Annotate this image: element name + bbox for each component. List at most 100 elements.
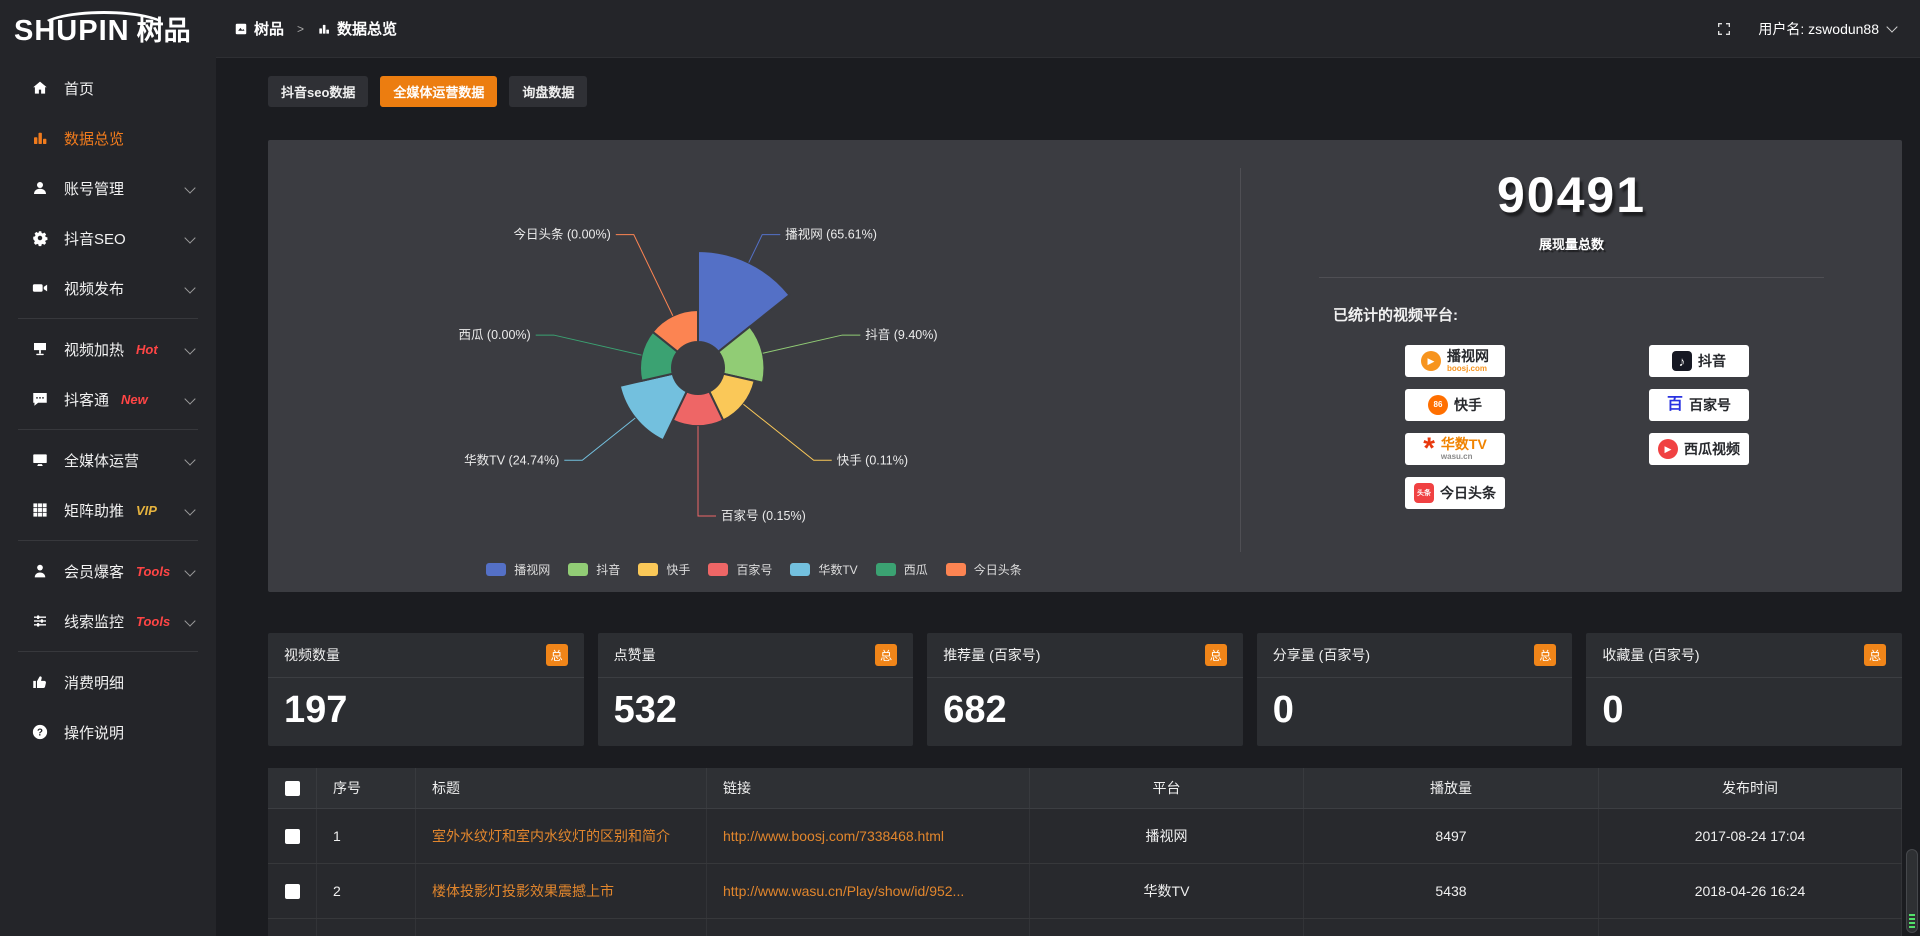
chevron-down-icon [184,282,195,293]
stat-card-title: 收藏量 (百家号) [1602,645,1699,665]
row-link[interactable]: http://www.wasu.cn/Play/show/id/952... [707,864,1030,918]
row-title[interactable]: 室外水纹灯和室内水纹灯的区别和简介 [416,809,707,863]
legend-label: 华数TV [818,561,857,578]
chevron-down-icon [184,615,195,626]
scrollbar-marker [1909,926,1915,928]
sidebar-item-expense-detail[interactable]: 消费明细 [0,657,216,707]
tab-douyin-seo-data[interactable]: 抖音seo数据 [268,76,368,107]
platform-badge-text: 抖音 [1698,354,1726,369]
sidebar-item-data-overview[interactable]: 数据总览 [0,113,216,163]
monitor-icon [30,450,50,470]
stat-card-value: 532 [598,678,914,743]
sidebar-item-label: 消费明细 [64,672,124,693]
legend-item[interactable]: 播视网 [486,561,550,578]
tab-bar: 抖音seo数据全媒体运营数据询盘数据 [268,76,1902,107]
pie-label-line [564,418,635,460]
row-checkbox[interactable] [285,829,300,844]
app-logo[interactable]: SHUPIN 树品 [0,9,216,48]
row-title[interactable]: 楼体投影灯投影效果震撼上市 [416,864,707,918]
row-platform: 华数TV [1030,864,1304,918]
sidebar-item-video-heat[interactable]: 视频加热Hot [0,324,216,374]
pie-label: 百家号 (0.15%) [721,508,806,523]
table-cell-empty [1030,919,1304,936]
total-impressions-label: 展现量总数 [1241,234,1902,253]
sidebar-item-label: 抖客通 [64,389,109,410]
sidebar-item-douketong[interactable]: 抖客通 New [0,374,216,424]
breadcrumb-separator: > [297,22,304,36]
sidebar-item-badge: Tools [136,614,170,629]
legend-swatch [486,563,506,576]
breadcrumb-home[interactable]: 树品 [254,18,284,39]
sidebar-item-label: 矩阵助推 [64,500,124,521]
platform-badge-kuaishou: 86快手 [1405,389,1505,421]
table-cell-empty [707,919,1030,936]
platform-subtitle: wasu.cn [1441,452,1473,462]
sidebar-item-home[interactable]: 首页 [0,63,216,113]
grid-icon [30,500,50,520]
legend-item[interactable]: 百家号 [708,561,772,578]
table-header-cell: 发布时间 [1599,768,1902,808]
select-all-checkbox[interactable] [285,781,300,796]
total-badge[interactable]: 总 [546,644,568,666]
sidebar-divider [18,651,198,652]
total-impressions-value: 90491 [1241,166,1902,224]
tab-media-operation-data[interactable]: 全媒体运营数据 [380,76,497,107]
sidebar-item-label: 首页 [64,78,94,99]
sidebar-item-media-operation[interactable]: 全媒体运营 [0,435,216,485]
stat-card-title: 推荐量 (百家号) [943,645,1040,665]
platform-badge-text: 今日头条 [1440,486,1496,501]
total-badge[interactable]: 总 [1534,644,1556,666]
pie-label-line [763,335,861,353]
sidebar-item-member-leads[interactable]: 会员爆客Tools [0,546,216,596]
total-badge[interactable]: 总 [875,644,897,666]
chevron-down-icon [184,504,195,515]
pie-label: 抖音 (9.40%) [865,327,937,342]
stat-card-title: 点赞量 [614,645,656,665]
sidebar-item-badge: New [121,392,148,407]
row-time: 2017-08-24 17:04 [1599,809,1902,863]
sidebar-item-account-manage[interactable]: 账号管理 [0,163,216,213]
stat-card-value: 0 [1586,678,1902,743]
legend-item[interactable]: 西瓜 [876,561,928,578]
legend-item[interactable]: 抖音 [568,561,620,578]
xigua-logo-icon: ▶ [1658,439,1678,459]
sidebar-item-douyin-seo[interactable]: 抖音SEO [0,213,216,263]
stat-card-value: 0 [1257,678,1573,743]
row-time: 2018-04-26 16:24 [1599,864,1902,918]
platform-name: 百家号 [1689,398,1731,413]
platform-name: 西瓜视频 [1684,442,1740,457]
row-checkbox[interactable] [285,884,300,899]
row-link[interactable]: http://www.boosj.com/7338468.html [707,809,1030,863]
sidebar-item-clue-monitor[interactable]: 线索监控Tools [0,596,216,646]
gear-icon [30,228,50,248]
sidebar-item-label: 视频加热 [64,339,124,360]
platform-badge-text: 快手 [1454,398,1482,413]
stat-card-like-count: 点赞量 总 532 [598,633,914,746]
overview-panel: 播视网 (65.61%)抖音 (9.40%)快手 (0.11%)百家号 (0.1… [268,140,1902,592]
username-label[interactable]: 用户名: zswodun88 [1758,19,1879,39]
total-badge[interactable]: 总 [1205,644,1227,666]
sidebar-item-matrix-boost[interactable]: 矩阵助推VIP [0,485,216,535]
breadcrumb-current: 数据总览 [337,18,397,39]
chevron-down-icon [184,454,195,465]
pie-slice-wasu-tv[interactable] [620,374,687,441]
stat-card-video-count: 视频数量总197 [268,633,584,746]
fullscreen-icon[interactable] [1716,21,1732,37]
row-plays: 5438 [1304,864,1599,918]
legend-item[interactable]: 快手 [638,561,690,578]
platform-subtitle: boosj.com [1447,364,1487,374]
pie-label-line [536,335,642,355]
tab-inquiry-data[interactable]: 询盘数据 [509,76,587,107]
legend-item[interactable]: 华数TV [790,561,857,578]
sidebar-item-video-publish[interactable]: 视频发布 [0,263,216,313]
douyin-logo-icon: ♪ [1672,351,1692,371]
table-header-checkbox-cell [268,768,317,808]
scrollbar-thumb[interactable] [1906,849,1918,933]
platform-name: 快手 [1454,398,1482,413]
legend-label: 快手 [666,561,690,578]
legend-item[interactable]: 今日头条 [946,561,1022,578]
row-platform: 播视网 [1030,809,1304,863]
total-badge[interactable]: 总 [1864,644,1886,666]
sidebar-item-help[interactable]: ?操作说明 [0,707,216,757]
breadcrumb: 树品 > 数据总览 [234,18,397,39]
